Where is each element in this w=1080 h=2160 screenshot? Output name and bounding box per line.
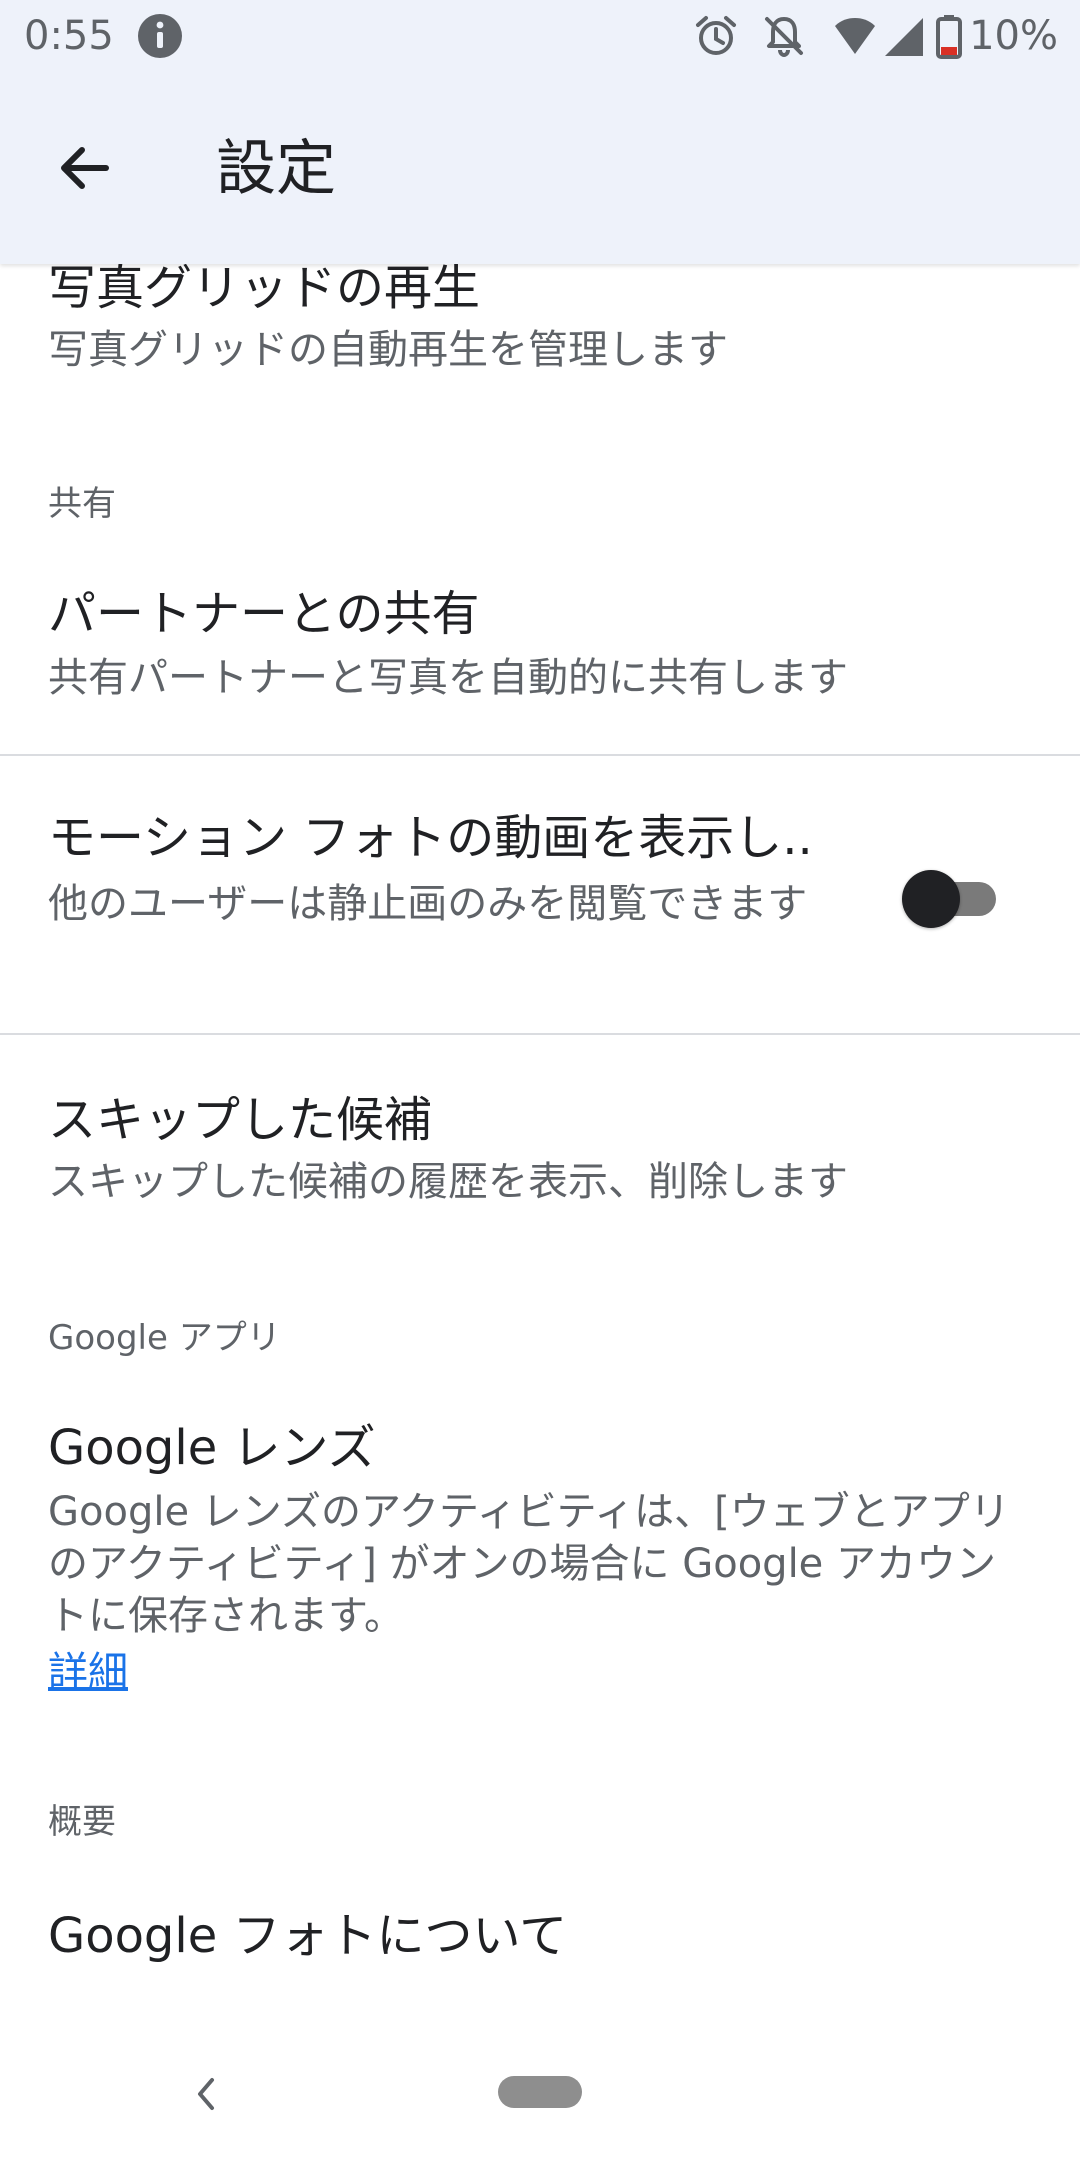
setting-title: スキップした候補 xyxy=(48,1092,433,1148)
setting-title: モーション フォトの動画を表示し.. xyxy=(48,810,813,866)
divider xyxy=(0,754,1080,756)
setting-summary: 共有パートナーと写真を自動的に共有します xyxy=(48,655,848,701)
status-bar: 0:55 10% xyxy=(0,0,1080,72)
toggle-thumb xyxy=(902,870,960,928)
status-icons: 10% xyxy=(693,12,1058,60)
arrow-back-icon xyxy=(61,147,109,189)
notifications-off-icon xyxy=(765,17,804,58)
setting-summary: スキップした候補の履歴を表示、削除します xyxy=(48,1159,848,1205)
wifi-icon xyxy=(835,18,876,54)
divider xyxy=(0,1033,1080,1035)
page-title: 設定 xyxy=(216,134,336,204)
info-icon xyxy=(138,14,182,58)
settings-list: 写真グリッドの再生 写真グリッドの自動再生を管理します 共有 パートナーとの共有… xyxy=(0,0,1080,2160)
setting-title: パートナーとの共有 xyxy=(48,586,480,642)
motion-photos-toggle[interactable] xyxy=(900,868,1000,928)
signal-icon xyxy=(885,18,924,56)
setting-summary: 他のユーザーは静止画のみを閲覧できます xyxy=(48,881,808,927)
setting-title: Google レンズ xyxy=(48,1420,376,1476)
section-header-sharing: 共有 xyxy=(48,484,116,524)
setting-title: 写真グリッドの再生 xyxy=(48,260,481,316)
app-bar: 設定 xyxy=(0,72,1080,264)
battery-low-icon xyxy=(936,15,963,59)
battery-percentage: 10% xyxy=(969,13,1058,59)
section-header-overview: 概要 xyxy=(48,1802,116,1842)
system-nav-bar xyxy=(0,2040,1080,2160)
learn-more-link[interactable]: 詳細 xyxy=(48,1646,128,1698)
back-button[interactable] xyxy=(40,124,128,212)
setting-summary: Google レンズのアクティビティは、[ウェブとアプリのアクティビティ] がオ… xyxy=(48,1489,1010,1639)
top-area: 0:55 10% 設定 xyxy=(0,0,1080,264)
section-header-google-apps: Google アプリ xyxy=(48,1318,281,1358)
alarm-icon xyxy=(696,16,737,55)
setting-title: Google フォトについて xyxy=(48,1908,568,1964)
nav-back-icon[interactable] xyxy=(186,2070,226,2118)
setting-summary: 写真グリッドの自動再生を管理します xyxy=(48,327,728,373)
status-time: 0:55 xyxy=(24,13,114,59)
nav-home-pill[interactable] xyxy=(498,2076,582,2108)
